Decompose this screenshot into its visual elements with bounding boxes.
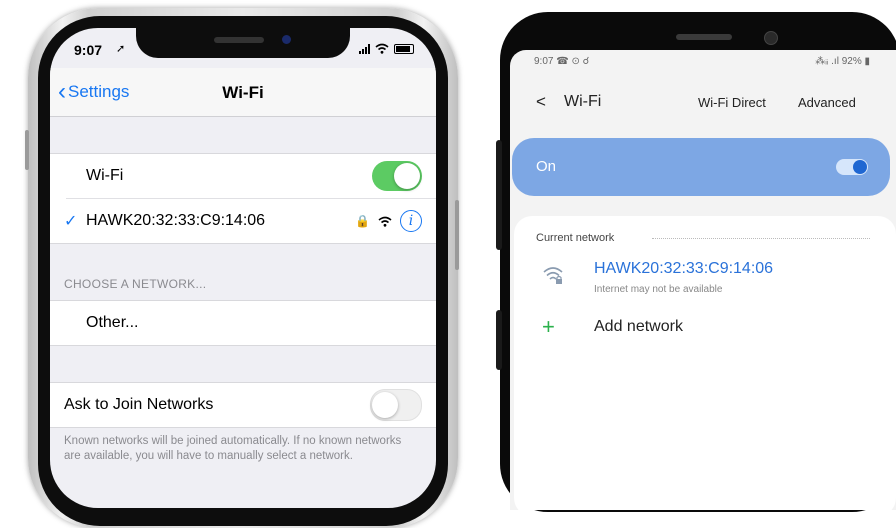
back-button[interactable]: < — [536, 92, 546, 112]
ask-join-row: Ask to Join Networks — [50, 383, 436, 427]
ask-join-toggle[interactable] — [370, 389, 422, 421]
android-side-button — [496, 310, 502, 370]
android-header: < Wi-Fi Wi-Fi Direct Advanced — [510, 84, 896, 120]
ios-nav-bar: ‹ Settings Wi-Fi — [50, 68, 436, 117]
info-icon[interactable]: i — [400, 210, 422, 232]
toggle-knob — [853, 160, 867, 174]
wifi-icon — [375, 43, 389, 54]
ask-join-footer: Known networks will be joined automatica… — [64, 435, 402, 462]
iphone-side-button — [455, 200, 459, 270]
iphone-screen: 9:07 ➚ ‹ Settings Wi-Fi Wi-Fi ✓ HAWK20:3… — [50, 28, 436, 508]
page-title: Wi-Fi — [564, 93, 602, 110]
android-side-button — [496, 140, 502, 250]
wifi-toggle[interactable] — [836, 159, 868, 175]
front-camera — [282, 35, 291, 44]
speaker — [676, 34, 732, 40]
status-time: 9:07 — [74, 42, 103, 58]
wifi-direct-button[interactable]: Wi-Fi Direct — [698, 95, 766, 110]
wifi-lock-icon — [543, 267, 563, 284]
android-status-bar: 9:07 ☎ ⊙ ☌ ⁂ᵢᵢ .ıl 92% ▮ — [510, 56, 896, 72]
android-screen: 9:07 ☎ ⊙ ☌ ⁂ᵢᵢ .ıl 92% ▮ < Wi-Fi Wi-Fi D… — [510, 50, 896, 510]
other-group: Other... — [50, 300, 436, 346]
page-title: Wi-Fi — [222, 83, 264, 102]
wifi-group: Wi-Fi ✓ HAWK20:32:33:C9:14:06 🔒 i — [50, 153, 436, 244]
wifi-toggle-row: Wi-Fi — [66, 154, 436, 199]
speaker — [214, 37, 264, 43]
network-name[interactable]: HAWK20:32:33:C9:14:06 — [594, 260, 773, 278]
status-left: 9:07 ☎ ⊙ ☌ — [534, 56, 590, 67]
battery-icon — [394, 43, 414, 54]
notch — [136, 28, 350, 58]
toggle-knob — [394, 163, 420, 189]
other-label: Other... — [86, 314, 139, 331]
status-icons — [359, 43, 414, 54]
ask-join-group: Ask to Join Networks — [50, 382, 436, 428]
plus-icon: + — [542, 314, 555, 339]
toggle-knob — [372, 392, 398, 418]
connected-network-row[interactable]: ✓ HAWK20:32:33:C9:14:06 🔒 i — [50, 199, 436, 243]
checkmark-icon: ✓ — [64, 213, 78, 230]
network-status: Internet may not be available — [594, 284, 723, 295]
current-network-label: Current network — [536, 232, 615, 244]
other-network-row[interactable]: Other... — [50, 301, 436, 345]
wifi-master-switch[interactable]: On — [512, 138, 890, 196]
cell-signal-icon — [359, 43, 370, 54]
iphone-side-button — [25, 130, 29, 170]
status-right: ⁂ᵢᵢ .ıl 92% ▮ — [815, 56, 870, 67]
location-arrow-icon: ➚ — [116, 43, 126, 55]
lock-icon: 🔒 — [355, 214, 370, 228]
add-network-button[interactable]: Add network — [594, 318, 683, 336]
on-label: On — [536, 158, 557, 175]
advanced-button[interactable]: Advanced — [798, 95, 856, 110]
wifi-signal-icon — [378, 216, 392, 227]
networks-card: Current network HAWK20:32:33:C9:14:06 In… — [514, 216, 896, 510]
front-camera — [764, 31, 778, 45]
wifi-label: Wi-Fi — [86, 167, 124, 184]
network-name: HAWK20:32:33:C9:14:06 — [86, 212, 266, 229]
divider — [652, 238, 870, 239]
network-icons: 🔒 i — [355, 210, 422, 232]
choose-network-header: CHOOSE A NETWORK... — [64, 277, 207, 291]
ask-join-label: Ask to Join Networks — [64, 396, 214, 413]
wifi-toggle[interactable] — [372, 161, 422, 191]
